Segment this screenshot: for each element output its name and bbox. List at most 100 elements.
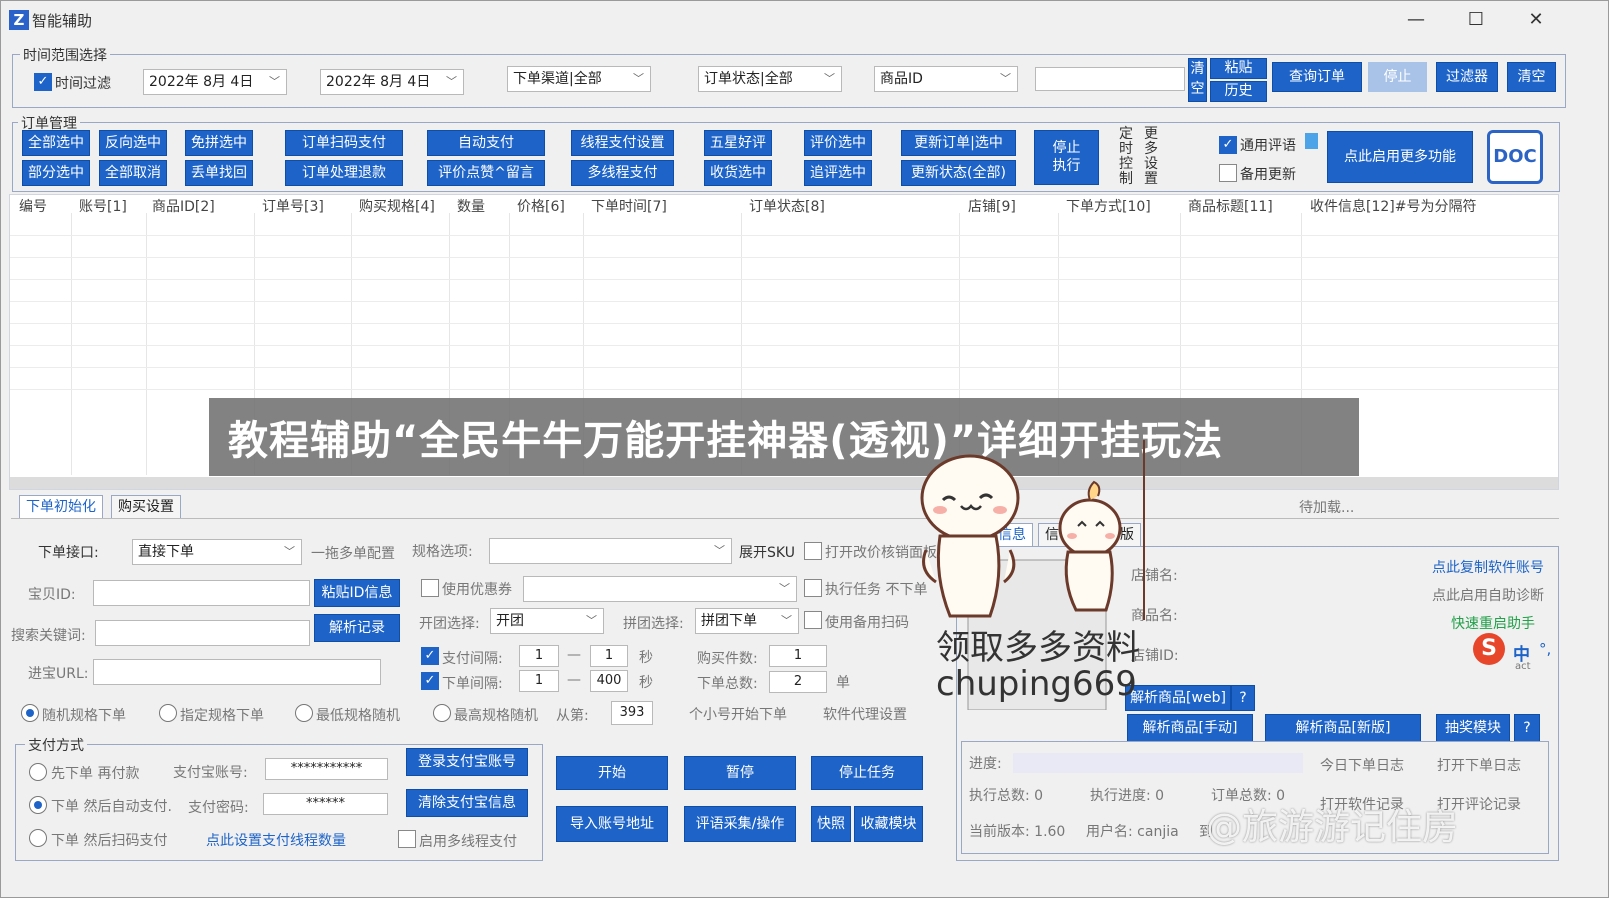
horizontal-scrollbar[interactable] (10, 477, 1558, 489)
select-all-button[interactable]: 全部选中 (22, 130, 90, 156)
highest-spec-radio[interactable] (433, 704, 451, 722)
alipay-pwd-input[interactable]: ****** (263, 793, 388, 815)
pin-select[interactable]: 拼团下单 ﹀ (695, 608, 799, 634)
order-min-input[interactable]: 1 (519, 670, 559, 692)
open-price-page-checkbox[interactable] (804, 542, 822, 560)
specified-spec-radio[interactable] (159, 704, 177, 722)
recover-lost-button[interactable]: 丢单找回 (185, 160, 253, 186)
col-header[interactable]: 编号 (19, 196, 47, 216)
keyword-input[interactable] (95, 620, 310, 646)
exec-task-checkbox[interactable] (804, 579, 822, 597)
buy-count-input[interactable]: 1 (769, 645, 827, 667)
help-button-2[interactable]: ? (1514, 714, 1540, 742)
spec-select[interactable]: ﹀ (489, 538, 732, 564)
group-select[interactable]: 开团 ﹀ (490, 608, 604, 634)
ime-logo-icon[interactable]: S (1473, 633, 1505, 665)
filter-button[interactable]: 过滤器 (1436, 62, 1498, 92)
proxy-settings-link[interactable]: 软件代理设置 (823, 704, 907, 724)
parse-new-button[interactable]: 解析商品[新版] (1265, 714, 1421, 742)
col-header[interactable]: 数量 (457, 196, 485, 216)
auto-pay-radio[interactable] (29, 796, 47, 814)
timer-control-label[interactable]: 定时控制 (1119, 127, 1133, 187)
invert-selection-button[interactable]: 反向选中 (99, 130, 167, 156)
partial-select-button[interactable]: 部分选中 (22, 160, 90, 186)
self-diagnose-link[interactable]: 点此启用自助诊断 (1432, 585, 1544, 605)
col-header[interactable]: 店铺[9] (968, 196, 1016, 216)
col-header[interactable]: 订单号[3] (262, 196, 324, 216)
cancel-all-button[interactable]: 全部取消 (99, 160, 167, 186)
help-button[interactable]: ? (1231, 685, 1255, 711)
pay-interval-checkbox[interactable]: ✓ (421, 647, 439, 665)
from-input[interactable]: 393 (611, 701, 653, 725)
field-select[interactable]: 商品ID ﹀ (874, 66, 1018, 92)
end-date-picker[interactable]: 2022年 8月 4日 ﹀ (320, 69, 464, 95)
col-header[interactable]: 购买规格[4] (359, 196, 435, 216)
scan-pay-button[interactable]: 订单扫码支付 (285, 130, 403, 156)
today-log-link[interactable]: 今日下单日志 (1320, 755, 1404, 775)
five-star-button[interactable]: 五星好评 (704, 130, 772, 156)
col-header[interactable]: 商品标题[11] (1188, 196, 1273, 216)
clear-all-button[interactable]: 清空 (1507, 62, 1556, 92)
review-collect-button[interactable]: 评语采集/操作 (684, 806, 796, 842)
stop-exec-button[interactable]: 停止 执行 (1034, 130, 1099, 185)
col-header[interactable]: 下单时间[7] (591, 196, 667, 216)
favorites-button[interactable]: 收藏模块 (854, 806, 923, 842)
close-button[interactable]: ✕ (1513, 4, 1559, 36)
coupon-select[interactable]: ﹀ (523, 576, 797, 602)
time-filter-checkbox[interactable]: ✓ (34, 73, 52, 91)
col-header[interactable]: 账号[1] (79, 196, 127, 216)
update-status-all-button[interactable]: 更新状态(全部) (901, 160, 1016, 186)
col-header[interactable]: 收件信息[12]#号为分隔符 (1310, 196, 1476, 216)
update-order-selected-button[interactable]: 更新订单|选中 (901, 130, 1016, 156)
refund-button[interactable]: 订单处理退款 (285, 160, 403, 186)
parse-manual-button[interactable]: 解析商品[手动] (1127, 714, 1253, 742)
search-input[interactable] (1035, 67, 1185, 91)
stop-button[interactable]: 停止 (1368, 62, 1427, 92)
ime-punct[interactable]: °, (1539, 640, 1551, 658)
thread-pay-settings-button[interactable]: 线程支付设置 (571, 130, 674, 156)
doc-icon[interactable]: DOC (1487, 130, 1543, 184)
tab-order-init[interactable]: 下单初始化 (19, 495, 103, 519)
col-header[interactable]: 订单状态[8] (749, 196, 825, 216)
general-review-checkbox[interactable]: ✓ (1219, 136, 1237, 154)
col-header[interactable]: 商品ID[2] (152, 196, 215, 216)
restart-helper-link[interactable]: 快速重启助手 (1451, 613, 1535, 633)
history-button[interactable]: 历史 (1210, 81, 1267, 102)
order-interval-checkbox[interactable]: ✓ (421, 672, 439, 690)
open-log-link[interactable]: 打开下单日志 (1437, 755, 1521, 775)
use-coupon-checkbox[interactable] (421, 579, 439, 597)
auto-pay-button[interactable]: 自动支付 (427, 130, 545, 156)
parse-record-button[interactable]: 解析记录 (314, 614, 400, 642)
import-address-button[interactable]: 导入账号地址 (556, 806, 668, 842)
multi-thread-pay-button[interactable]: 多线程支付 (571, 160, 674, 186)
col-header[interactable]: 下单方式[10] (1066, 196, 1151, 216)
set-threads-link[interactable]: 点此设置支付线程数量 (206, 830, 346, 850)
enable-more-button[interactable]: 点此启用更多功能 (1327, 131, 1473, 183)
alipay-account-input[interactable]: *********** (265, 758, 388, 780)
multi-thread-pay-checkbox[interactable] (398, 830, 416, 848)
channel-select[interactable]: 下单渠道|全部 ﹀ (507, 66, 651, 92)
tab-purchase-settings[interactable]: 购买设置 (111, 495, 181, 519)
scan-pay-radio[interactable] (29, 829, 47, 847)
receive-selected-button[interactable]: 收货选中 (704, 160, 772, 186)
start-button[interactable]: 开始 (556, 756, 668, 790)
stop-task-button[interactable]: 停止任务 (811, 756, 923, 790)
expand-sku-label[interactable]: 展开SKU (739, 542, 795, 562)
review-selected-button[interactable]: 评价选中 (804, 130, 872, 156)
pause-button[interactable]: 暂停 (684, 756, 796, 790)
clear-alipay-button[interactable]: 清除支付宝信息 (406, 789, 528, 817)
shop-url-input[interactable] (93, 659, 381, 685)
interface-select[interactable]: 直接下单 ﹀ (132, 539, 302, 565)
minimize-button[interactable]: — (1393, 4, 1439, 36)
no-group-select-button[interactable]: 免拼选中 (185, 130, 253, 156)
pay-later-radio[interactable] (29, 763, 47, 781)
backup-scan-checkbox[interactable] (804, 611, 822, 629)
order-max-input[interactable]: 400 (590, 670, 628, 692)
follow-review-button[interactable]: 追评选中 (804, 160, 872, 186)
maximize-button[interactable]: ☐ (1453, 4, 1499, 36)
order-status-select[interactable]: 订单状态|全部 ﹀ (698, 66, 842, 92)
lottery-button[interactable]: 抽奖模块 (1436, 714, 1510, 742)
start-date-picker[interactable]: 2022年 8月 4日 ﹀ (143, 69, 287, 95)
paste-id-button[interactable]: 粘贴ID信息 (314, 579, 400, 607)
query-orders-button[interactable]: 查询订单 (1272, 62, 1362, 92)
